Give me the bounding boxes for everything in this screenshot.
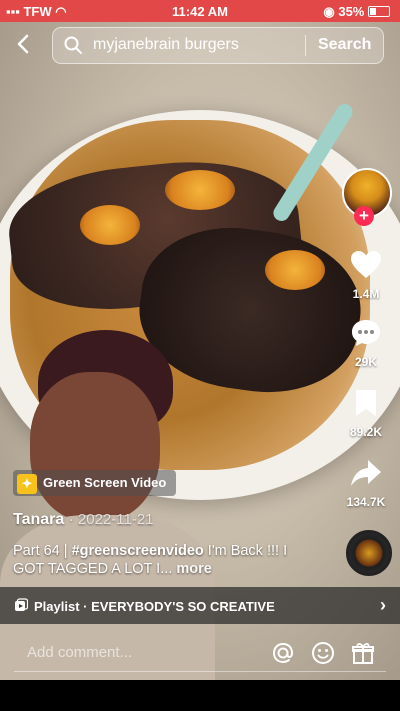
playlist-icon	[14, 598, 29, 615]
status-bar: ▪▪▪ TFW ◠ 11:42 AM ◉ 35%	[0, 0, 400, 22]
search-input[interactable]: myjanebrain burgers	[93, 36, 239, 54]
back-icon[interactable]	[12, 32, 36, 56]
chevron-right-icon: ›	[380, 595, 386, 615]
search-button[interactable]: Search	[318, 36, 371, 54]
search-bar[interactable]: myjanebrain burgers Search	[52, 27, 384, 64]
alarm-icon: ◉	[323, 4, 335, 19]
effect-label: Green Screen Video	[43, 475, 167, 490]
egg-yolk	[80, 205, 140, 245]
share-button[interactable]: 134.7K	[340, 458, 392, 509]
comment-count: 29K	[354, 355, 377, 369]
effect-icon: ✦	[17, 473, 37, 494]
author-name[interactable]: Tanara	[13, 511, 64, 528]
battery-icon	[368, 6, 390, 17]
save-button[interactable]: 89.2K	[340, 388, 392, 439]
divider	[305, 35, 306, 56]
bookmark-icon	[356, 390, 376, 416]
hashtag-link[interactable]: #greenscreenvideo	[72, 543, 204, 559]
caption-start: Part 64 |	[13, 543, 72, 559]
playlist-label: Playlist · EVERYBODY'S SO CREATIVE	[34, 599, 275, 614]
comment-button[interactable]: 29K	[340, 318, 392, 369]
share-icon	[351, 460, 381, 486]
mention-icon[interactable]	[270, 640, 296, 666]
egg-yolk	[265, 250, 325, 290]
post-date: · 2022-11-21	[68, 511, 154, 528]
emoji-icon[interactable]	[310, 640, 336, 666]
playlist-bar[interactable]: Playlist · EVERYBODY'S SO CREATIVE ›	[0, 587, 400, 624]
effect-tag[interactable]: ✦ Green Screen Video	[13, 470, 177, 496]
bottom-bar	[0, 680, 400, 711]
more-link[interactable]: more	[176, 561, 211, 577]
music-disc[interactable]	[346, 530, 392, 576]
caption: Part 64 | #greenscreenvideo I'm Back !!!…	[13, 542, 303, 578]
search-icon	[63, 35, 83, 60]
like-button[interactable]: 1.4M	[340, 250, 392, 301]
share-count: 134.7K	[346, 495, 386, 509]
egg-yolk	[165, 170, 235, 210]
comment-underline	[14, 671, 386, 672]
save-count: 89.2K	[349, 425, 383, 439]
author-line[interactable]: Tanara · 2022-11-21	[13, 511, 154, 529]
follow-button[interactable]: +	[354, 206, 374, 226]
like-count: 1.4M	[352, 287, 380, 301]
comment-icon	[352, 320, 380, 346]
heart-icon	[351, 251, 381, 278]
comment-bar: Add comment...	[0, 624, 400, 680]
comment-input[interactable]: Add comment...	[27, 644, 132, 661]
battery-status: ◉ 35%	[323, 4, 390, 20]
gift-icon[interactable]	[350, 640, 376, 666]
